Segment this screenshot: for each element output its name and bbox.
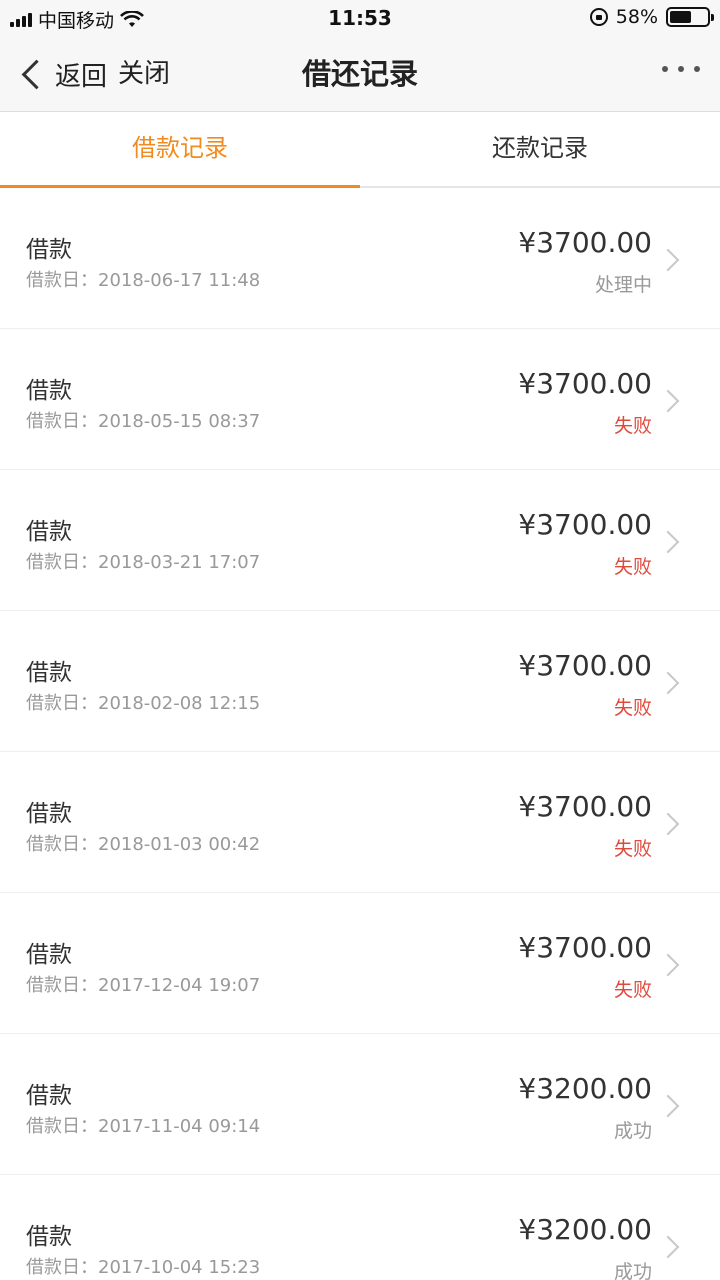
record-date: 借款日：2018-06-17 11:48 [26,266,260,292]
record-row[interactable]: 借款借款日：2018-02-08 12:15 ¥3700.00 失败 [0,611,720,752]
record-list: 借款 借款日：2018-06-17 11:48 ¥3700.00 处理中 借款 借款日：2… [0,188,720,1280]
close-button[interactable]: 关闭 [118,52,170,96]
record-date: 借款日：2018-02-08 12:15 [26,689,260,715]
record-date-value: 2018-03-21 17:07 [98,552,261,573]
record-row[interactable]: 借款借款日：2017-10-04 15:23 ¥3200.00 成功 [0,1175,720,1280]
record-date-label: 借款日： [26,1257,98,1278]
record-title: 借款 [26,660,72,686]
record-row[interactable]: 借款借款日：2018-05-15 08:37 ¥3700.00 失败 [0,329,720,470]
record-date-label: 借款日： [26,834,98,855]
tab-repay-records[interactable]: 还款记录 [360,112,720,186]
chevron-right-icon [656,248,680,272]
record-row[interactable]: 借款借款日：2018-06-17 11:48 ¥3700.00 处理中 [0,188,720,329]
record-date-value: 2017-11-04 09:14 [98,1116,261,1137]
chevron-right-icon [656,530,680,554]
record-date-value: 2018-01-03 00:42 [98,834,261,855]
record-date-value: 2018-05-15 08:37 [98,411,261,432]
record-row[interactable]: 借款借款日：2017-11-04 09:14 ¥3200.00 成功 [0,1034,720,1175]
battery-icon [666,7,714,27]
record-title: 借款 [26,1224,72,1250]
chevron-right-icon [656,1094,680,1118]
record-title: 借款 [26,378,72,404]
tab-bar: 借款记录 还款记录 [0,112,720,188]
record-status: 失败 [613,415,652,437]
record-date: 借款日：2017-10-04 15:23 [26,1253,260,1279]
record-title: 借款 [26,942,72,968]
record-date-label: 借款日： [26,552,98,573]
record-status: 失败 [613,838,652,860]
record-amount: ¥3700.00 [518,367,652,400]
record-date-value: 2017-10-04 15:23 [98,1257,261,1278]
record-date: 借款日：2018-01-03 00:42 [26,830,260,856]
record-date-label: 借款日： [26,411,98,432]
record-title: 借款 [26,801,72,827]
rotation-lock-icon [589,8,608,26]
record-title: 借款 [26,237,72,263]
record-status: 处理中 [594,274,652,296]
record-title: 借款 [26,1083,72,1109]
record-date-label: 借款日： [26,693,98,714]
record-status: 失败 [613,556,652,578]
more-dot-icon [694,66,700,72]
back-button[interactable]: 返回 [18,52,107,96]
record-amount: ¥3700.00 [518,790,652,823]
chevron-right-icon [656,671,680,695]
record-date-value: 2017-12-04 19:07 [98,975,261,996]
record-date-value: 2018-06-17 11:48 [98,270,261,291]
back-label: 返回 [55,61,108,92]
more-button[interactable] [662,66,700,72]
record-date-label: 借款日： [26,270,98,291]
chevron-left-icon [21,59,52,89]
record-amount: ¥3200.00 [518,1213,652,1246]
status-bar: 中国移动 11:53 58% [0,0,720,36]
record-date-label: 借款日： [26,1116,98,1137]
record-status: 失败 [613,979,652,1001]
chevron-right-icon [656,812,680,836]
chevron-right-icon [656,1235,680,1259]
battery-percent: 58% [615,6,658,28]
record-row[interactable]: 借款借款日：2017-12-04 19:07 ¥3700.00 失败 [0,893,720,1034]
record-row[interactable]: 借款借款日：2018-03-21 17:07 ¥3700.00 失败 [0,470,720,611]
record-date-value: 2018-02-08 12:15 [98,693,261,714]
page: 中国移动 11:53 58% 返回 关闭 借还记录 借款记录 还款记录 借款 借… [0,0,720,1280]
record-date-label: 借款日： [26,975,98,996]
nav-bar: 返回 关闭 借还记录 [0,36,720,112]
record-status: 成功 [613,1120,652,1142]
status-right: 58% [589,6,714,28]
record-date: 借款日：2018-05-15 08:37 [26,407,260,433]
record-date: 借款日：2017-11-04 09:14 [26,1112,260,1138]
battery-fill [670,11,691,23]
page-title: 借还记录 [301,57,418,91]
record-amount: ¥3700.00 [518,226,652,259]
record-date: 借款日：2018-03-21 17:07 [26,548,260,574]
record-amount: ¥3200.00 [518,1072,652,1105]
record-status: 成功 [613,1261,652,1280]
more-dot-icon [678,66,684,72]
record-row[interactable]: 借款借款日：2018-01-03 00:42 ¥3700.00 失败 [0,752,720,893]
record-amount: ¥3700.00 [518,649,652,682]
record-amount: ¥3700.00 [518,931,652,964]
record-date: 借款日：2017-12-04 19:07 [26,971,260,997]
more-dot-icon [662,66,668,72]
record-amount: ¥3700.00 [518,508,652,541]
chevron-right-icon [656,389,680,413]
record-title: 借款 [26,519,72,545]
record-status: 失败 [613,697,652,719]
chevron-right-icon [656,953,680,977]
tab-borrow-records[interactable]: 借款记录 [0,112,360,188]
